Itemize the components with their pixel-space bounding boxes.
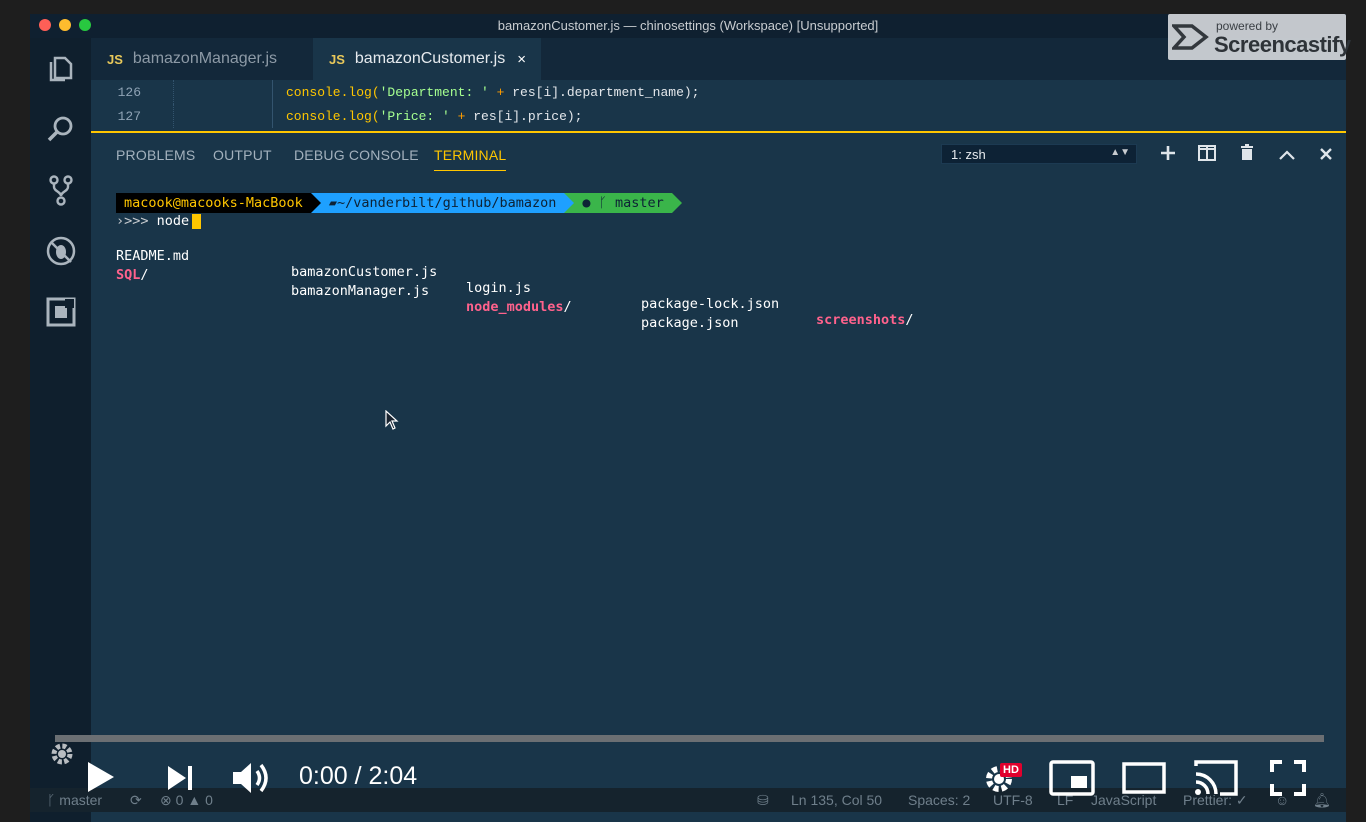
bell-icon[interactable]: 🔔︎ xyxy=(1313,792,1331,809)
prompt-user: macook@macooks-MacBook xyxy=(116,193,311,213)
extensions-icon[interactable] xyxy=(45,296,77,328)
plus-icon xyxy=(1161,146,1175,160)
screencastify-logo-icon xyxy=(1172,24,1209,50)
tab-problems[interactable]: PROBLEMS xyxy=(116,147,195,163)
bottom-panel: PROBLEMS OUTPUT DEBUG CONSOLE TERMINAL 1… xyxy=(91,133,1346,822)
folder-icon: ▰ xyxy=(328,195,337,211)
code-editor[interactable]: 126 console.log('Department: ' + res[i].… xyxy=(91,80,1346,132)
tab-debug-console[interactable]: DEBUG CONSOLE xyxy=(294,147,419,163)
next-button[interactable] xyxy=(166,764,196,792)
tab-label: bamazonCustomer.js xyxy=(354,50,506,67)
error-icon: ⊗ xyxy=(160,792,176,808)
video-progress-bar[interactable] xyxy=(55,735,1324,742)
tab-terminal[interactable]: TERMINAL xyxy=(434,147,507,171)
file-entry: bamazonManager.js xyxy=(291,283,430,299)
file-entry: package.json xyxy=(641,315,739,331)
theater-mode-button[interactable] xyxy=(1122,762,1166,794)
file-entry: package-lock.json xyxy=(641,296,780,312)
branch-icon: ᚴ xyxy=(47,792,60,808)
tab-bamazon-customer[interactable]: JS bamazonCustomer.js × xyxy=(313,38,541,80)
prompt-path: ▰~/vanderbilt/github/bamazon xyxy=(320,193,565,213)
dir-entry: node_modules/ xyxy=(466,299,572,315)
screencastify-watermark: powered by Screencastify xyxy=(1168,14,1351,60)
js-file-icon: JS xyxy=(329,51,345,67)
listing-row: SQL/ bamazonManager.js node_modules/ pac… xyxy=(116,251,1016,331)
cast-button[interactable] xyxy=(1192,758,1240,798)
branch-status[interactable]: ᚴ master xyxy=(47,792,102,808)
split-icon xyxy=(1198,145,1216,161)
tab-label: bamazonManager.js xyxy=(132,50,277,67)
search-icon[interactable] xyxy=(45,113,77,145)
dir-entry: SQL/ xyxy=(116,267,149,283)
prompt-separator xyxy=(564,193,575,213)
debug-icon[interactable] xyxy=(45,235,77,267)
fullscreen-button[interactable] xyxy=(1270,760,1306,796)
activity-bar xyxy=(30,38,91,822)
title-bar: bamazonCustomer.js — chinosettings (Work… xyxy=(30,14,1346,38)
terminal-cursor xyxy=(192,213,202,229)
problems-status[interactable]: ⊗ 0 ▲ 0 xyxy=(160,792,213,809)
play-button[interactable] xyxy=(86,760,116,794)
indent-guide xyxy=(173,104,273,128)
language-status[interactable]: JavaScript xyxy=(1091,792,1156,808)
warning-icon: ▲ xyxy=(187,792,206,808)
github-icon: ● xyxy=(582,195,591,211)
video-time: 0:00 / 2:04 xyxy=(299,762,418,790)
prompt-separator xyxy=(671,193,682,213)
terminal-select-value: 1: zsh xyxy=(951,147,986,162)
close-panel-button[interactable] xyxy=(1315,144,1337,166)
bucket-icon: ⛁ xyxy=(757,792,769,808)
close-tab-icon[interactable]: × xyxy=(517,51,526,68)
window-title: bamazonCustomer.js — chinosettings (Work… xyxy=(497,18,879,33)
cursor-position[interactable]: Ln 135, Col 50 xyxy=(791,792,882,808)
code-text: console.log('Department: ' + res[i].depa… xyxy=(286,84,700,100)
code-line: 126 console.log('Department: ' + res[i].… xyxy=(91,80,1346,104)
split-terminal-button[interactable] xyxy=(1196,144,1218,166)
volume-button[interactable] xyxy=(231,760,273,796)
miniplayer-button[interactable] xyxy=(1049,760,1095,796)
source-control-icon[interactable] xyxy=(45,174,77,206)
settings-gear-icon[interactable] xyxy=(48,740,76,768)
shell-prompt: macook@macooks-MacBook ▰~/vanderbilt/git… xyxy=(116,193,682,213)
prompt-branch: ● ᚴ master xyxy=(574,193,672,213)
tab-bamazon-manager[interactable]: JS bamazonManager.js xyxy=(91,38,313,80)
kill-terminal-button[interactable] xyxy=(1236,144,1258,166)
line-number: 126 xyxy=(117,84,141,100)
chevron-up-icon xyxy=(1279,150,1295,160)
terminal-select[interactable]: 1: zsh ▲▼ xyxy=(941,144,1137,164)
files-icon[interactable] xyxy=(45,52,77,84)
command-line: ›>>> node xyxy=(116,213,202,232)
line-number: 127 xyxy=(117,108,141,124)
indent-guide xyxy=(173,80,273,104)
branch-icon: ᚴ xyxy=(598,195,607,211)
file-entry: login.js xyxy=(466,280,532,296)
indentation-status[interactable]: Spaces: 2 xyxy=(908,792,970,808)
maximize-panel-button[interactable] xyxy=(1276,144,1298,166)
js-file-icon: JS xyxy=(107,51,123,67)
editor-tab-bar: JS bamazonManager.js JS bamazonCustomer.… xyxy=(91,38,1346,80)
close-icon xyxy=(1320,148,1332,160)
new-terminal-button[interactable] xyxy=(1157,144,1179,166)
sync-icon[interactable]: ⟳ xyxy=(130,792,142,809)
watermark-small-text: powered by xyxy=(1216,19,1279,33)
watermark-brand: Screencastify xyxy=(1214,32,1351,57)
tab-output[interactable]: OUTPUT xyxy=(213,147,272,163)
dir-entry: screenshots/ xyxy=(816,312,914,328)
trash-icon xyxy=(1241,144,1253,160)
vscode-window: bamazonCustomer.js — chinosettings (Work… xyxy=(30,14,1346,822)
listing-row: README.md bamazonCustomer.js login.js pa… xyxy=(116,232,1016,328)
mouse-pointer-icon xyxy=(385,410,399,430)
prompt-separator xyxy=(310,193,321,213)
select-arrows-icon: ▲▼ xyxy=(1110,147,1130,158)
code-line: 127 console.log('Price: ' + res[i].price… xyxy=(91,104,1346,128)
hd-badge: HD xyxy=(1000,763,1022,777)
code-text: console.log('Price: ' + res[i].price); xyxy=(286,108,583,124)
